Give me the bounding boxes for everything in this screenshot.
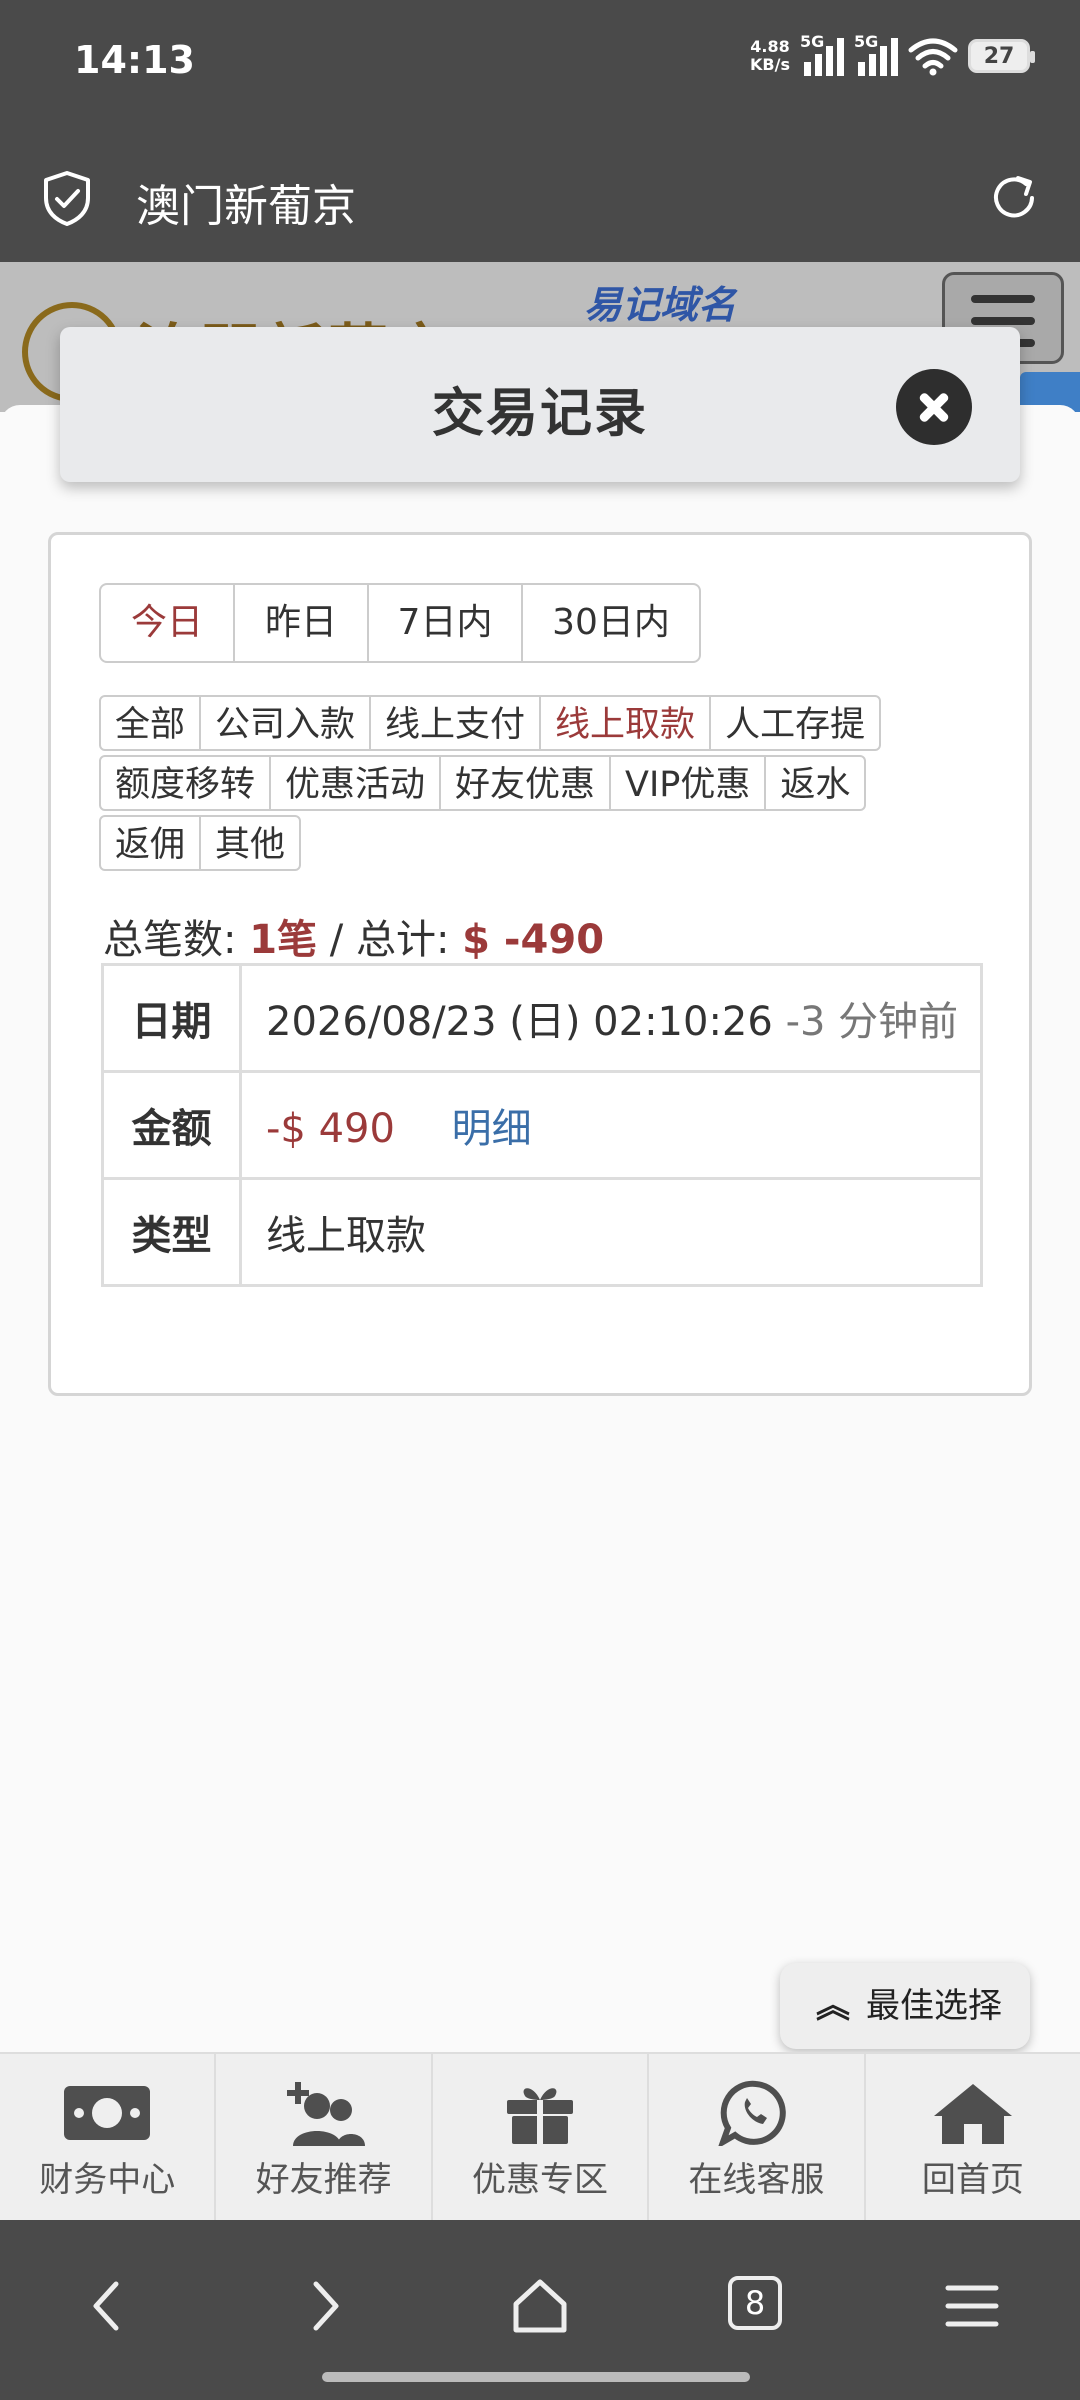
nav-friend-referral[interactable]: 好友推荐 (216, 2054, 433, 2220)
network-type-label-2: 5G (854, 32, 879, 51)
summary-line: 总笔数: 1笔 / 总计: $ -490 (103, 907, 604, 965)
total-label: 总计: (355, 917, 450, 963)
filter-online-payment[interactable]: 线上支付 (369, 695, 542, 751)
signal-icon: 5G (800, 32, 844, 76)
net-speed: 4.88 KB/s (750, 38, 790, 74)
battery-level: 27 (983, 43, 1015, 69)
status-bar: 14:13 4.88 KB/s 5G 5G 27 (0, 0, 1080, 130)
browser-address-bar: 澳门新葡京 (0, 130, 1080, 262)
refresh-icon[interactable] (988, 172, 1040, 224)
nav-promotions[interactable]: 优惠专区 (433, 2054, 650, 2220)
date-cell: 2026/08/23 (日) 02:10:26 -3 分钟前 (239, 963, 983, 1073)
net-speed-unit: KB/s (750, 55, 790, 74)
nav-finance-center[interactable]: 财务中心 (0, 2054, 217, 2220)
whatsapp-icon (718, 2080, 787, 2146)
battery-icon: 27 (968, 39, 1035, 73)
best-choice-label: 最佳选择 (866, 1986, 1002, 2026)
tab-7-days[interactable]: 7日内 (369, 585, 523, 661)
type-label: 类型 (101, 1177, 242, 1287)
filter-commission[interactable]: 返佣 (99, 815, 202, 871)
nav-label: 回首页 (921, 2160, 1024, 2200)
modal-header: 交易记录 (60, 327, 1020, 482)
type-filters: 全部 公司入款 线上支付 线上取款 人工存提 额度移转 优惠活动 好友优惠 VI… (99, 695, 999, 875)
domain-link[interactable]: 易记域名 (584, 274, 736, 329)
tab-today[interactable]: 今日 (101, 585, 235, 661)
status-icons: 4.88 KB/s 5G 5G 27 (750, 32, 1035, 76)
table-row: 类型 线上取款 (101, 1177, 983, 1287)
close-icon[interactable] (896, 369, 972, 445)
home-icon (933, 2084, 1012, 2144)
page-title[interactable]: 澳门新葡京 (136, 170, 356, 234)
modal-title: 交易记录 (431, 384, 648, 444)
wifi-icon (908, 38, 958, 76)
period-tabs: 今日 昨日 7日内 30日内 (99, 583, 701, 663)
summary-separator: / (329, 917, 344, 963)
filter-online-withdrawal[interactable]: 线上取款 (539, 695, 712, 751)
total-value: $ -490 (462, 917, 605, 963)
back-icon[interactable] (78, 2276, 138, 2336)
detail-link[interactable]: 明细 (452, 1106, 532, 1152)
add-friend-icon (286, 2082, 365, 2146)
gesture-handle (322, 2372, 750, 2382)
table-row: 金额 -$ 490 明细 (101, 1070, 983, 1180)
tab-yesterday[interactable]: 昨日 (235, 585, 369, 661)
nav-home[interactable]: 回首页 (866, 2054, 1080, 2220)
amount-label: 金额 (101, 1070, 242, 1180)
nav-label: 财务中心 (39, 2160, 176, 2200)
date-relative: -3 分钟前 (785, 999, 959, 1045)
filter-company-deposit[interactable]: 公司入款 (199, 695, 372, 751)
chevron-double-up-icon: ︽ (816, 1986, 850, 2026)
best-choice-button[interactable]: ︽ 最佳选择 (780, 1963, 1030, 2049)
browser-nav-bar: 8 (0, 2220, 1080, 2400)
count-label: 总笔数: (103, 917, 237, 963)
network-type-label: 5G (800, 32, 825, 51)
type-value: 线上取款 (239, 1177, 983, 1287)
date-value: 2026/08/23 (日) 02:10:26 (266, 999, 773, 1045)
nav-online-support[interactable]: 在线客服 (649, 2054, 866, 2220)
nav-label: 好友推荐 (255, 2160, 392, 2200)
filter-credit-transfer[interactable]: 额度移转 (99, 755, 272, 811)
transaction-record: 日期 2026/08/23 (日) 02:10:26 -3 分钟前 金额 -$ … (101, 963, 983, 1287)
nav-label: 优惠专区 (472, 2160, 609, 2200)
bottom-nav: 财务中心 好友推荐 优惠专区 在线客服 回首页 (0, 2052, 1080, 2220)
net-speed-value: 4.88 (750, 37, 790, 56)
menu-icon[interactable] (942, 2276, 1002, 2336)
filter-rebate[interactable]: 返水 (764, 755, 867, 811)
amount-value: -$ 490 (266, 1106, 395, 1152)
filter-all[interactable]: 全部 (99, 695, 202, 751)
forward-icon[interactable] (294, 2276, 354, 2336)
signal-icon-2: 5G (854, 32, 898, 76)
nav-label: 在线客服 (688, 2160, 825, 2200)
filter-other[interactable]: 其他 (199, 815, 302, 871)
table-row: 日期 2026/08/23 (日) 02:10:26 -3 分钟前 (101, 963, 983, 1073)
status-time: 14:13 (74, 38, 195, 82)
shield-check-icon[interactable] (42, 170, 92, 226)
filter-promotions[interactable]: 优惠活动 (269, 755, 442, 811)
money-icon (64, 2086, 151, 2140)
date-label: 日期 (101, 963, 242, 1073)
tab-30-days[interactable]: 30日内 (523, 585, 699, 661)
filter-manual-deposit-withdraw[interactable]: 人工存提 (709, 695, 882, 751)
tabs-icon[interactable]: 8 (728, 2276, 782, 2330)
transaction-panel: 今日 昨日 7日内 30日内 全部 公司入款 线上支付 线上取款 人工存提 额度… (48, 532, 1032, 1396)
filter-friend-bonus[interactable]: 好友优惠 (439, 755, 612, 811)
amount-cell: -$ 490 明细 (239, 1070, 983, 1180)
filter-vip-bonus[interactable]: VIP优惠 (609, 755, 767, 811)
home-nav-icon[interactable] (510, 2276, 570, 2336)
count-value: 1笔 (249, 917, 318, 963)
gift-icon (507, 2088, 574, 2144)
